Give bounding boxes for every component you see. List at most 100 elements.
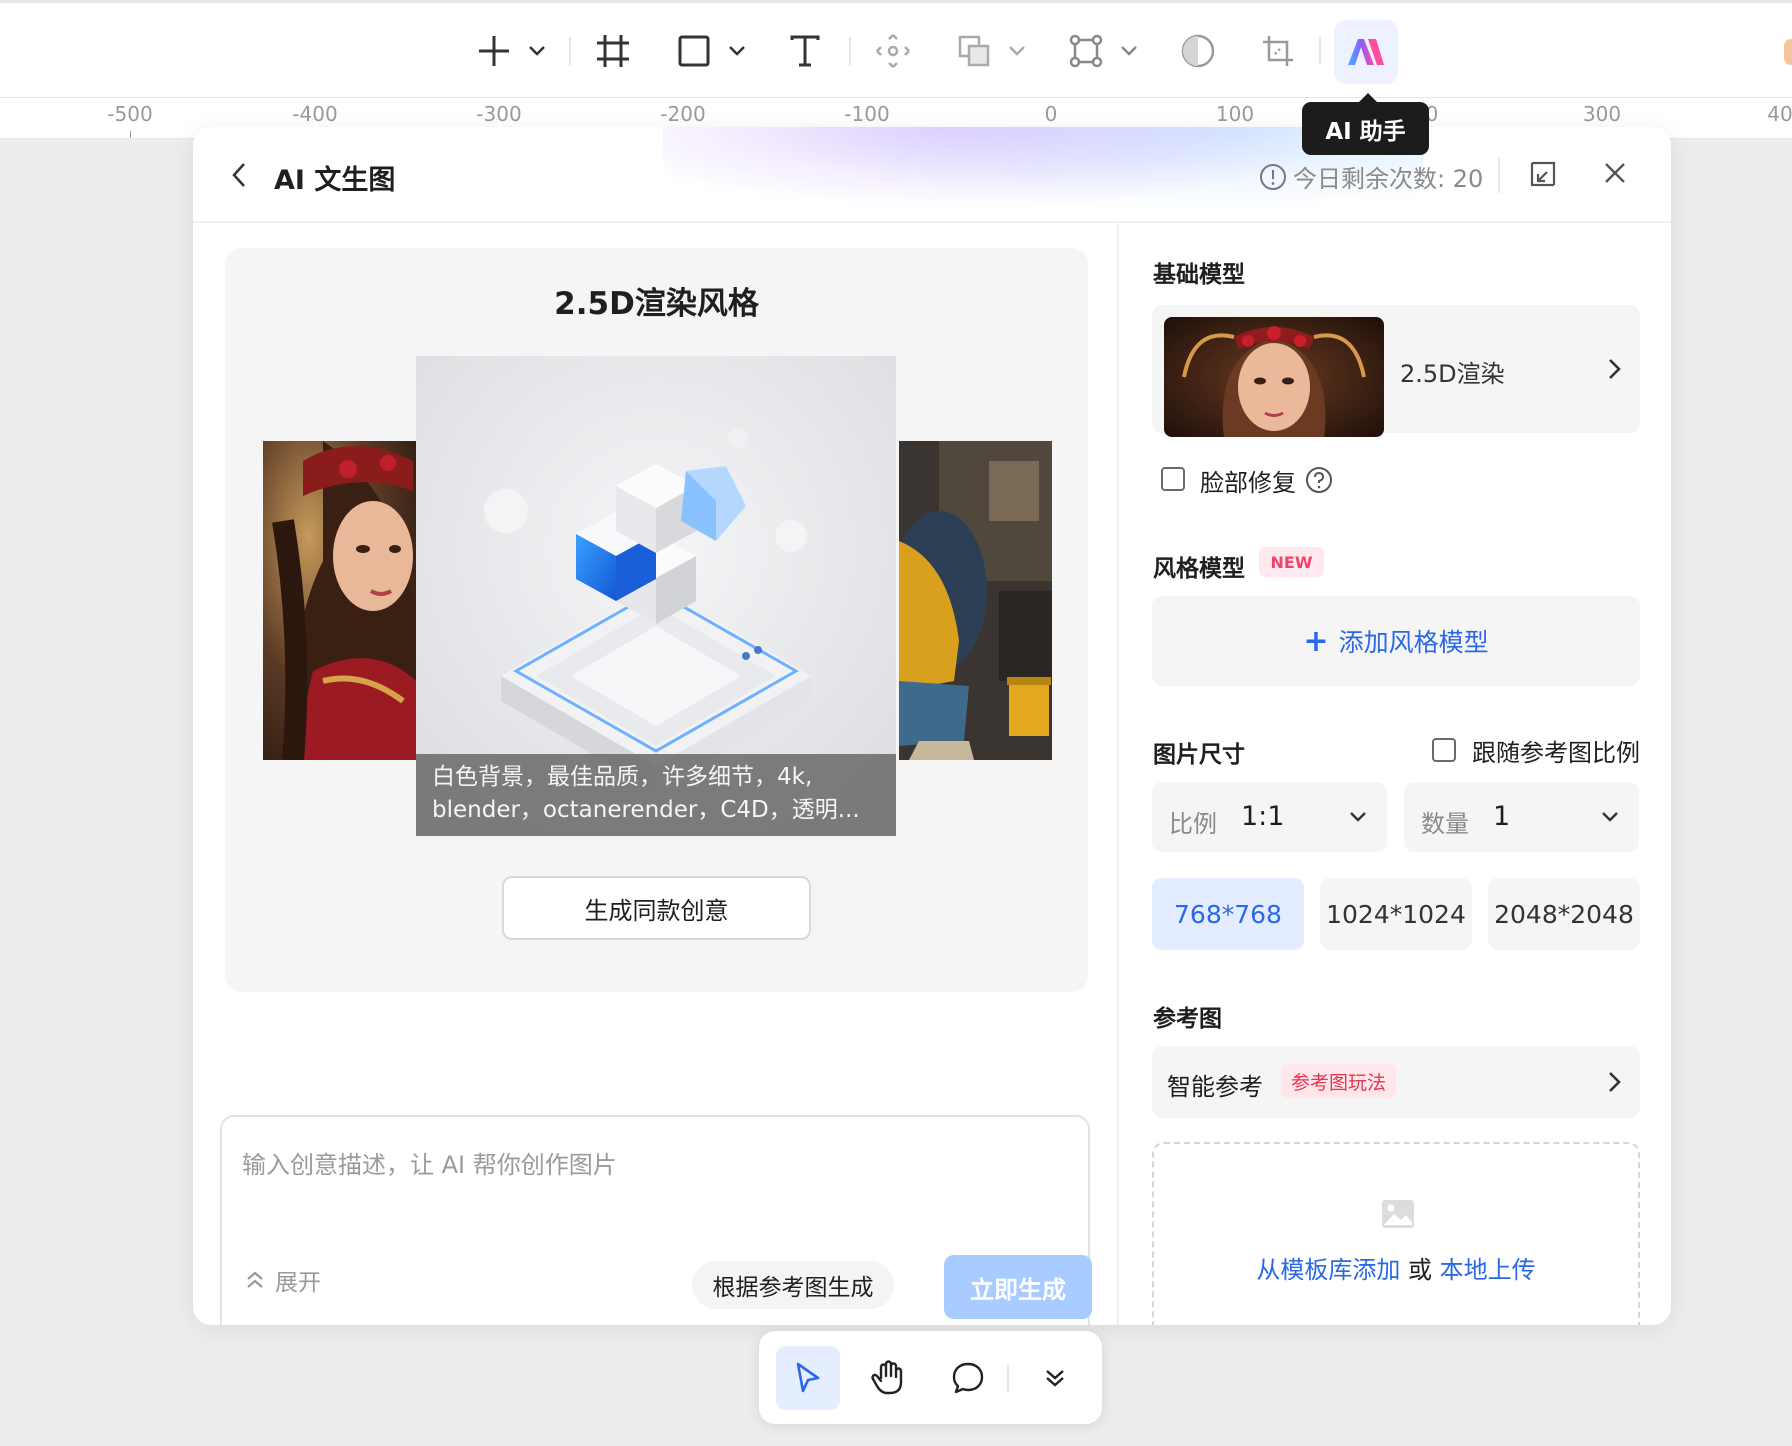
help-icon[interactable] <box>1305 466 1333 494</box>
smart-reference-label: 智能参考 <box>1167 1073 1263 1101</box>
ruler-tick: 300 <box>1582 102 1622 126</box>
face-fix-checkbox[interactable] <box>1161 467 1185 491</box>
toolbar-divider <box>849 37 851 65</box>
chevron-down-icon <box>1602 812 1618 822</box>
count-select[interactable]: 数量 1 <box>1404 782 1639 852</box>
header-divider <box>1498 157 1500 193</box>
face-fix-label: 脸部修复 <box>1200 469 1296 497</box>
base-model-selector[interactable]: 2.5D渲染 <box>1152 305 1640 437</box>
ruler-tick: 100 <box>1215 102 1255 126</box>
chevron-right-icon <box>1609 359 1621 379</box>
showcase-title: 2.5D渲染风格 <box>554 286 759 322</box>
style-showcase-card: 2.5D渲染风格 白色背景，最佳品质，许多细节，4k, blender，octa… <box>225 248 1088 992</box>
add-from-template-link[interactable]: 从模板库添加 <box>1256 1256 1400 1284</box>
panel-header: AI 文生图 今日剩余次数: 20 <box>193 127 1671 223</box>
prompt-input[interactable] <box>242 1135 1062 1195</box>
warning-circle-icon <box>1260 163 1286 190</box>
mask-icon[interactable] <box>1176 23 1220 79</box>
ai-text-to-image-panel: AI 文生图 今日剩余次数: 20 2.5D渲染风格 白色背景，最佳品质，许多细… <box>193 127 1671 1325</box>
ruler-tick: 0 <box>1044 102 1058 126</box>
crop-icon[interactable] <box>1256 23 1300 79</box>
base-model-name: 2.5D渲染 <box>1400 360 1505 388</box>
plus-icon: + <box>1303 623 1329 659</box>
quota-text: 今日剩余次数: 20 <box>1293 165 1484 193</box>
panel-title: AI 文生图 <box>274 165 396 196</box>
smart-reference-selector[interactable]: 智能参考 参考图玩法 <box>1152 1046 1640 1118</box>
hand-icon[interactable] <box>856 1346 920 1410</box>
base-model-thumbnail <box>1164 317 1384 437</box>
rectangle-icon[interactable] <box>672 23 716 79</box>
style-model-label: 风格模型 <box>1153 556 1245 582</box>
ruler-tick: -200 <box>660 102 706 126</box>
upload-text: 从模板库添加 或 本地上传 <box>1154 1250 1638 1285</box>
example-prompt-caption: 白色背景，最佳品质，许多细节，4k, blender，octanerender，… <box>416 754 896 836</box>
ruler-tick: 40 <box>1767 102 1792 126</box>
caption-line: blender，octanerender，C4D，透明... <box>432 797 860 823</box>
follow-ratio-label: 跟随参考图比例 <box>1472 739 1640 767</box>
example-image-center[interactable]: 白色背景，最佳品质，许多细节，4k, blender，octanerender，… <box>416 356 896 836</box>
reference-upload-area[interactable]: 从模板库添加 或 本地上传 <box>1152 1142 1640 1325</box>
toolbar-divider <box>569 37 571 65</box>
quota-indicator: 今日剩余次数: 20 <box>1259 159 1483 194</box>
generate-from-reference-button[interactable]: 根据参考图生成 <box>692 1261 894 1309</box>
chevron-down-icon[interactable] <box>724 23 750 79</box>
upload-or-text: 或 <box>1400 1256 1440 1284</box>
chevron-double-up-icon <box>247 1271 263 1288</box>
image-icon <box>1382 1200 1414 1228</box>
comment-icon[interactable] <box>936 1346 1000 1410</box>
caption-line: 白色背景，最佳品质，许多细节，4k, <box>432 764 813 790</box>
text-icon[interactable] <box>782 23 828 79</box>
new-badge: NEW <box>1259 547 1324 577</box>
toolbar-divider <box>1007 1365 1009 1391</box>
top-toolbar <box>0 0 1792 97</box>
size-option-2048[interactable]: 2048*2048 <box>1488 878 1640 950</box>
count-select-label: 数量 <box>1421 810 1469 838</box>
count-select-value: 1 <box>1493 801 1511 832</box>
chevron-double-down-icon[interactable] <box>1025 1346 1085 1410</box>
follow-ratio-checkbox[interactable] <box>1432 738 1456 762</box>
ruler-tick: -400 <box>292 102 338 126</box>
add-style-model-label: 添加风格模型 <box>1338 628 1489 657</box>
reference-play-badge[interactable]: 参考图玩法 <box>1281 1064 1397 1098</box>
expand-button[interactable]: 展开 <box>245 1263 321 1297</box>
ai-assistant-tooltip: AI 助手 <box>1302 93 1429 155</box>
toolbar-divider <box>1319 37 1321 65</box>
chevron-down-icon[interactable] <box>1004 23 1030 79</box>
local-upload-link[interactable]: 本地上传 <box>1440 1256 1536 1284</box>
bottom-toolbar <box>759 1331 1102 1424</box>
ruler-tick: -300 <box>476 102 522 126</box>
ruler-tick: -500 <box>107 102 153 126</box>
chevron-right-icon <box>1609 1072 1621 1092</box>
pop-out-icon[interactable] <box>1529 160 1557 188</box>
plus-icon[interactable] <box>472 23 516 79</box>
move-icon[interactable] <box>870 23 916 79</box>
ratio-select[interactable]: 比例 1:1 <box>1152 782 1387 852</box>
image-size-label: 图片尺寸 <box>1153 742 1245 768</box>
avatar[interactable] <box>1784 39 1792 65</box>
example-image-left[interactable] <box>263 441 416 760</box>
size-option-768[interactable]: 768*768 <box>1152 878 1304 950</box>
ruler-mark <box>130 131 131 138</box>
chevron-down-icon[interactable] <box>1116 23 1142 79</box>
ratio-select-label: 比例 <box>1169 810 1217 838</box>
generate-now-button[interactable]: 立即生成 <box>944 1255 1092 1319</box>
frame-icon[interactable] <box>590 23 636 79</box>
generate-same-button[interactable]: 生成同款创意 <box>502 876 811 940</box>
back-arrow-icon[interactable] <box>230 161 248 189</box>
boolean-icon[interactable] <box>952 23 996 79</box>
base-model-label: 基础模型 <box>1153 262 1245 288</box>
chevron-down-icon[interactable] <box>524 23 550 79</box>
ratio-select-value: 1:1 <box>1241 801 1285 832</box>
pointer-icon[interactable] <box>776 1346 840 1410</box>
prompt-box: 展开 根据参考图生成 立即生成 <box>220 1115 1092 1325</box>
add-style-model-button[interactable]: + 添加风格模型 <box>1152 596 1640 686</box>
expand-label: 展开 <box>275 1270 321 1296</box>
size-option-1024[interactable]: 1024*1024 <box>1320 878 1472 950</box>
chevron-down-icon <box>1350 812 1366 822</box>
example-image-right[interactable] <box>899 441 1052 760</box>
ai-assistant-icon[interactable] <box>1334 20 1398 84</box>
component-icon[interactable] <box>1064 23 1108 79</box>
reference-image-label: 参考图 <box>1153 1006 1222 1032</box>
panel-divider <box>1117 223 1119 1325</box>
close-icon[interactable] <box>1604 162 1626 184</box>
